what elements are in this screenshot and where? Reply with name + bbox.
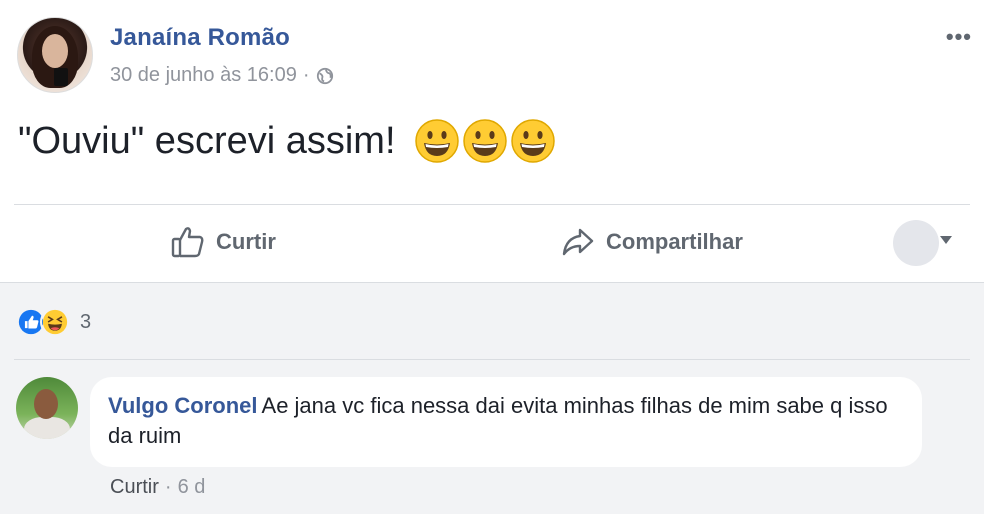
- post-body: "Ouviu" escrevi assim!: [18, 118, 556, 164]
- reaction-count: 3: [80, 310, 92, 333]
- post-timestamp[interactable]: 30 de junho às 16:09: [110, 64, 297, 87]
- like-button[interactable]: Curtir: [170, 224, 276, 260]
- chevron-down-icon[interactable]: [940, 236, 952, 244]
- share-button-label: Compartilhar: [606, 229, 743, 254]
- post-text: "Ouviu" escrevi assim!: [18, 119, 396, 162]
- reactions-summary[interactable]: 3: [16, 307, 91, 337]
- meta-separator: ·: [302, 64, 310, 86]
- haha-reaction-icon: [40, 307, 70, 337]
- post-actions-bar: Curtir Compartilhar: [0, 206, 984, 280]
- avatar-head: [34, 389, 58, 419]
- post-emojis: [414, 118, 556, 164]
- author-avatar[interactable]: [17, 17, 93, 93]
- commenter-avatar[interactable]: [16, 377, 78, 439]
- avatar-phone: [54, 68, 68, 86]
- comments-section: 3 Vulgo Coronel Ae jana vc fica nessa dai…: [0, 282, 984, 514]
- avatar-shirt: [24, 417, 70, 439]
- comment-actions: Curtir · 6 d: [110, 476, 205, 499]
- more-options-button[interactable]: •••: [946, 24, 972, 50]
- thumbs-up-icon: [171, 227, 204, 258]
- like-button-label: Curtir: [216, 229, 276, 254]
- grinning-face-icon: [510, 119, 555, 163]
- grinning-face-icon: [414, 119, 459, 163]
- comment-bubble: Vulgo Coronel Ae jana vc fica nessa dai e…: [90, 377, 922, 467]
- share-button[interactable]: Compartilhar: [560, 224, 743, 260]
- comment-age[interactable]: 6 d: [178, 476, 206, 499]
- comments-divider: [14, 359, 970, 360]
- comment-foot-separator: ·: [164, 476, 172, 498]
- post-card: Janaína Romão 30 de junho às 16:09 · •••…: [0, 0, 984, 514]
- grinning-face-icon: [462, 119, 507, 163]
- audience-selector-avatar[interactable]: [893, 220, 939, 266]
- post-meta: 30 de junho às 16:09 ·: [110, 64, 334, 87]
- comment-author-name[interactable]: Vulgo Coronel: [108, 393, 258, 418]
- globe-icon[interactable]: [316, 67, 334, 85]
- share-arrow-icon: [562, 228, 594, 256]
- comment-like-link[interactable]: Curtir: [110, 476, 159, 499]
- post-author-name[interactable]: Janaína Romão: [110, 24, 290, 52]
- avatar-face: [42, 34, 68, 68]
- actions-divider: [14, 204, 970, 205]
